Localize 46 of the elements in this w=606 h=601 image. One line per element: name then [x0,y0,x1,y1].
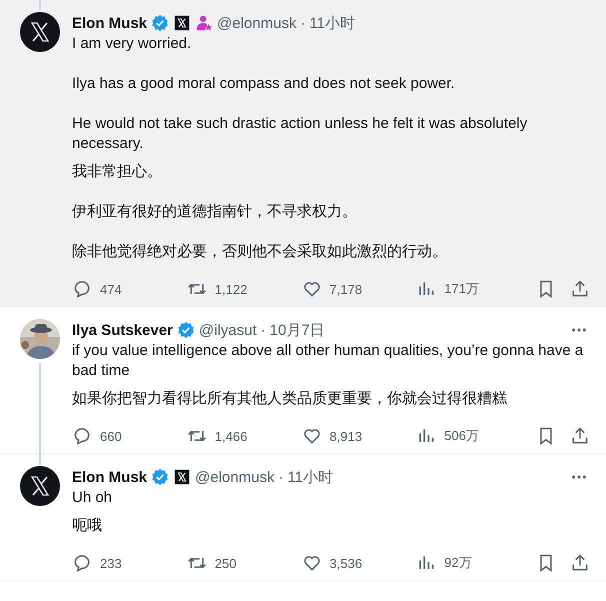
reply-icon[interactable] [72,553,92,573]
repost-count: 250 [214,556,236,570]
author-handle[interactable]: @ilyasut [198,322,257,338]
share-icon[interactable] [570,279,590,299]
heart-icon[interactable] [302,279,322,299]
share-icon[interactable] [570,553,590,573]
view-count: 171万 [444,280,479,298]
separator-dot: · [300,14,306,32]
separator-dot: · [260,322,266,338]
author-handle[interactable]: @elonmusk [195,468,274,486]
post-time[interactable]: 11小时 [309,14,356,32]
post-text: Ilya has a good moral compass and does not seek power. [72,74,456,94]
separator-dot: · [278,468,284,486]
reply-count: 660 [100,428,122,444]
reply-count: 474 [100,282,122,296]
post-text: Uh oh [72,488,114,508]
post-text: He would not take such drastic action unless he felt it was absolutely necessary. [72,114,528,154]
author-name[interactable]: Elon Musk [72,14,148,32]
post-text: 呃哦 [72,516,103,536]
avatar-icon[interactable] [20,319,60,359]
repost-count: 1,466 [214,428,248,444]
post-text: if you value intelligence above all other human qualities, you’re gonna have a bad time [72,341,584,381]
heart-icon[interactable] [302,553,322,573]
post-text: I am very worried. [72,34,192,54]
avatar-icon[interactable] [20,466,60,506]
view-count: 506万 [444,427,479,445]
like-count: 8,913 [330,428,362,444]
view-count: 92万 [444,554,472,572]
post-time[interactable]: 11小时 [287,468,334,486]
like-count: 3,536 [330,556,362,570]
post-text: 如果你把智力看得比所有其他人类品质更重要，你就会过得很糟糕 [72,389,508,409]
author-name[interactable]: Elon Musk [72,468,148,486]
post-text: 我非常担心。 [72,162,163,182]
reply-icon[interactable] [72,279,92,299]
post-time[interactable]: 10月7日 [270,320,325,340]
author-name[interactable]: Ilya Sutskever [72,322,173,338]
post-text: 伊利亚有很好的道德指南针，不寻求权力。 [72,202,358,222]
heart-icon[interactable] [302,426,322,446]
post-text: 除非他觉得绝对必要，否则他不会采取如此激烈的行动。 [72,242,448,262]
reply-count: 233 [100,556,122,570]
like-count: 7,178 [330,282,362,296]
author-handle[interactable]: @elonmusk [217,14,296,32]
avatar-icon[interactable] [20,12,60,52]
repost-count: 1,122 [214,282,248,296]
reply-icon[interactable] [72,426,92,446]
share-icon[interactable] [570,426,590,446]
